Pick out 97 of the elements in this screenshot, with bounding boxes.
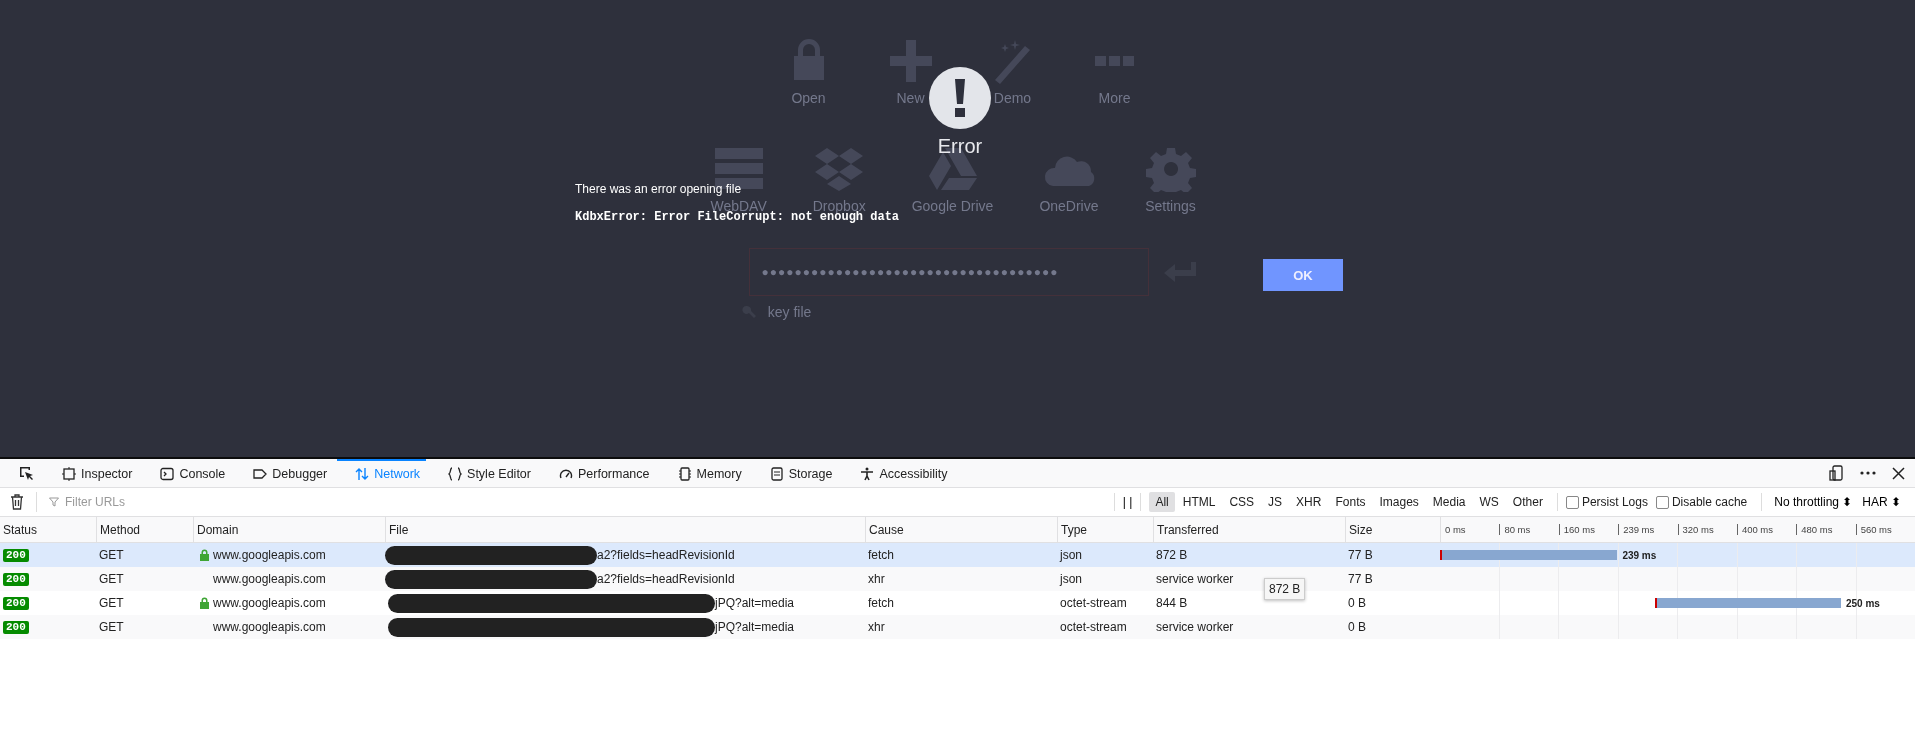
table-cell: 0 B bbox=[1348, 620, 1366, 634]
type-filter-button[interactable]: XHR bbox=[1290, 492, 1328, 512]
column-header[interactable]: Domain bbox=[193, 517, 385, 542]
column-header[interactable]: Type bbox=[1057, 517, 1153, 542]
devtools-tab[interactable]: Accessibility bbox=[842, 459, 954, 487]
tag-shape-icon bbox=[253, 467, 268, 481]
type-filter-button[interactable]: HTML bbox=[1176, 492, 1222, 512]
har-menu[interactable]: HAR ⬍ bbox=[1858, 495, 1905, 509]
type-filter-button[interactable]: WS bbox=[1473, 492, 1505, 512]
status-badge: 200 bbox=[3, 620, 29, 634]
devtools-tab[interactable]: Inspector bbox=[44, 459, 139, 487]
timing-label: 239 ms bbox=[1622, 549, 1657, 561]
column-header[interactable]: Status bbox=[0, 517, 96, 542]
devtools-tab[interactable]: Performance bbox=[540, 459, 656, 487]
frame-icon bbox=[62, 467, 76, 481]
table-cell: 872 B bbox=[1156, 548, 1188, 562]
timeline-tick: 80 ms bbox=[1499, 524, 1559, 535]
element-picker-icon[interactable] bbox=[18, 465, 34, 481]
table-cell: xhr bbox=[868, 620, 885, 634]
devtools-tab[interactable]: Debugger bbox=[235, 459, 334, 487]
devtools-tab[interactable]: Memory bbox=[659, 459, 748, 487]
timeline-tick: 560 ms bbox=[1855, 524, 1915, 535]
timing-label: 250 ms bbox=[1845, 597, 1880, 609]
table-cell: fetch bbox=[868, 596, 894, 610]
table-cell: json bbox=[1060, 572, 1082, 586]
table-cell: service worker bbox=[1156, 572, 1234, 586]
table-cell: octet-stream bbox=[1060, 620, 1127, 634]
checkbox-label: Persist Logs bbox=[1581, 495, 1648, 509]
up-down-arrows-icon bbox=[355, 467, 370, 481]
table-cell: www.googleapis.com bbox=[213, 548, 326, 562]
table-cell: 77 B bbox=[1348, 548, 1373, 562]
dialog-title: Error bbox=[937, 135, 983, 158]
type-filter-button[interactable]: All bbox=[1149, 492, 1175, 512]
trash-icon[interactable] bbox=[10, 494, 24, 510]
table-cell: a2?fields=headRevisionId bbox=[597, 548, 735, 562]
storage-icon bbox=[769, 467, 784, 481]
timeline-tick: 0 ms bbox=[1444, 524, 1467, 535]
table-cell: xhr bbox=[868, 572, 885, 586]
timeline-tick: 480 ms bbox=[1796, 524, 1856, 535]
column-header[interactable]: Transferred bbox=[1153, 517, 1345, 542]
status-badge: 200 bbox=[3, 596, 29, 610]
timeline-tick: 160 ms bbox=[1558, 524, 1619, 535]
timeline-tick: 239 ms bbox=[1618, 524, 1678, 535]
table-cell: 77 B bbox=[1348, 572, 1373, 586]
timeline-tick: 320 ms bbox=[1677, 524, 1737, 535]
tooltip: 872 B bbox=[1264, 578, 1306, 600]
type-filter-button[interactable]: Fonts bbox=[1329, 492, 1372, 512]
table-cell: jPQ?alt=media bbox=[715, 620, 795, 634]
timeline-tick: 400 ms bbox=[1736, 524, 1797, 535]
checkbox[interactable] bbox=[1565, 495, 1579, 509]
table-cell: GET bbox=[99, 572, 124, 586]
status-badge: 200 bbox=[3, 572, 29, 586]
table-cell: jPQ?alt=media bbox=[715, 596, 795, 610]
type-filter-button[interactable]: JS bbox=[1262, 492, 1289, 512]
filter-icon bbox=[49, 497, 59, 507]
type-filter-button[interactable]: Media bbox=[1426, 492, 1472, 512]
table-cell: service worker bbox=[1156, 620, 1234, 634]
table-cell: www.googleapis.com bbox=[213, 572, 326, 586]
pause-button[interactable]: | | bbox=[1113, 493, 1142, 511]
gauge-icon bbox=[558, 467, 573, 481]
braces-icon bbox=[448, 467, 463, 481]
table-cell: fetch bbox=[868, 548, 894, 562]
exclamation-icon bbox=[929, 67, 991, 129]
table-cell: a2?fields=headRevisionId bbox=[597, 572, 735, 586]
table-cell: 0 B bbox=[1348, 596, 1366, 610]
column-header[interactable]: Cause bbox=[865, 517, 1057, 542]
close-icon[interactable] bbox=[1892, 466, 1905, 480]
column-header[interactable]: Method bbox=[96, 517, 193, 542]
devtools-tab[interactable]: Style Editor bbox=[430, 459, 537, 487]
type-filter-button[interactable]: Images bbox=[1373, 492, 1425, 512]
devtools-tab[interactable]: Network bbox=[337, 459, 427, 487]
column-header[interactable]: Size bbox=[1345, 517, 1440, 542]
table-cell: www.googleapis.com bbox=[213, 620, 326, 634]
table-cell: json bbox=[1060, 548, 1082, 562]
checkbox-label: Disable cache bbox=[1671, 495, 1748, 509]
throttling-select[interactable]: No throttling ⬍ bbox=[1770, 495, 1857, 509]
more-options-icon[interactable] bbox=[1860, 471, 1876, 475]
request-row[interactable]: 200 GET www.googleapis.com jPQ?alt=media xhr octet-stream service worker 0 B bbox=[0, 615, 1915, 639]
status-badge: 200 bbox=[3, 548, 29, 562]
accessibility-icon bbox=[860, 467, 875, 481]
table-cell: www.googleapis.com bbox=[213, 596, 326, 610]
table-cell: GET bbox=[99, 620, 124, 634]
responsive-design-icon[interactable] bbox=[1828, 465, 1844, 481]
type-filter-button[interactable]: CSS bbox=[1223, 492, 1261, 512]
devtools-tab[interactable]: Console bbox=[142, 459, 232, 487]
console-icon bbox=[160, 467, 175, 481]
column-header[interactable]: File bbox=[385, 517, 865, 542]
devtools-tab[interactable]: Storage bbox=[751, 459, 839, 487]
chip-icon bbox=[677, 467, 692, 481]
type-filter-button[interactable]: Other bbox=[1506, 492, 1549, 512]
error-message: There was an error opening file bbox=[575, 182, 743, 196]
table-cell: 844 B bbox=[1156, 596, 1188, 610]
checkbox[interactable] bbox=[1655, 495, 1669, 509]
request-row[interactable]: 200 GET www.googleapis.com a2?fields=headRevisionId fetch json 872 B 77 B 239 ms bbox=[0, 543, 1915, 567]
table-cell: GET bbox=[99, 548, 124, 562]
table-cell: octet-stream bbox=[1060, 596, 1127, 610]
table-cell: GET bbox=[99, 596, 124, 610]
